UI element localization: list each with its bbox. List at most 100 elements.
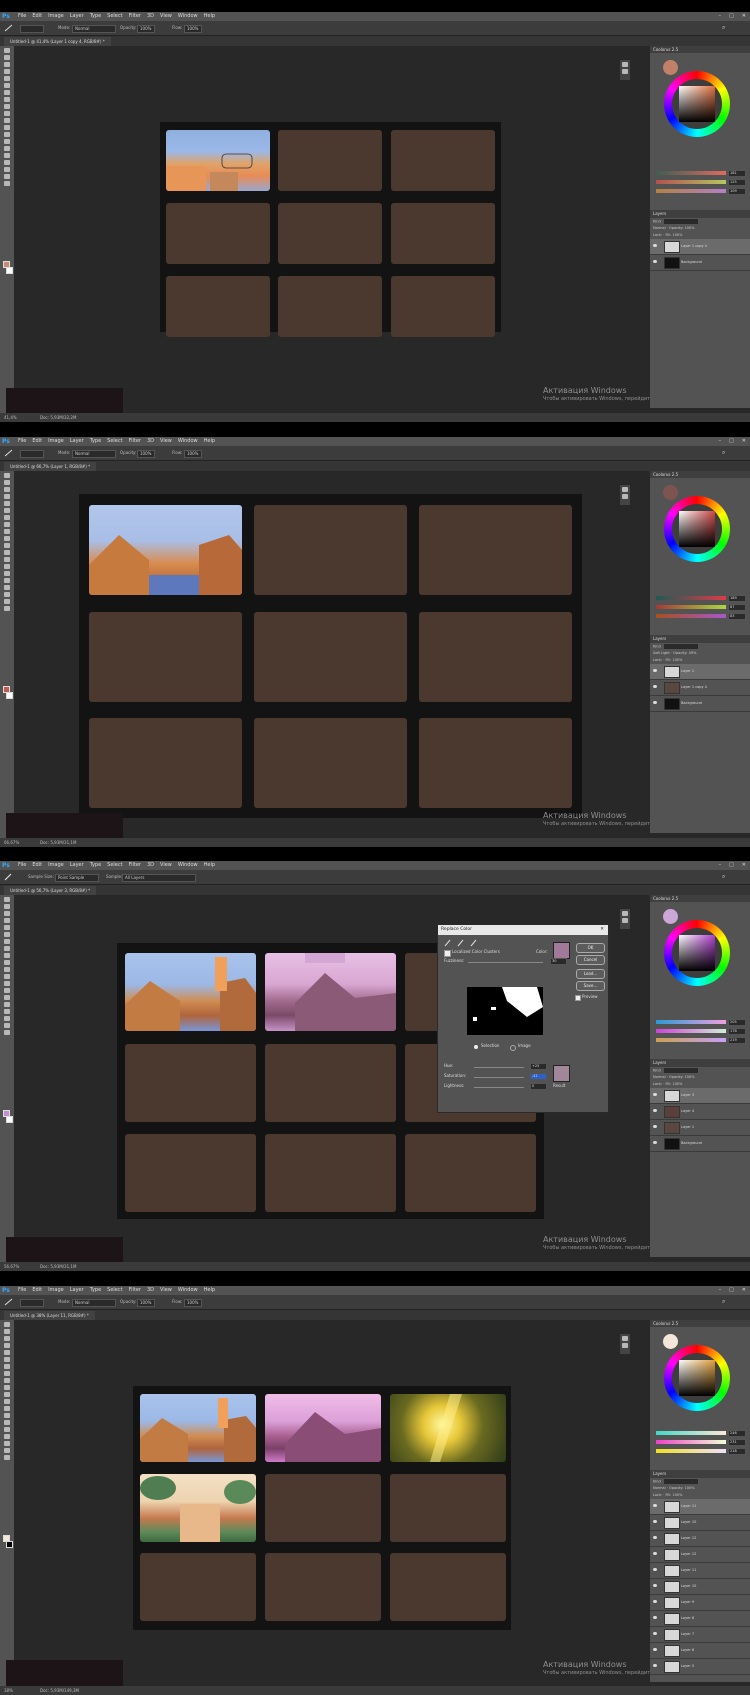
current-color-swatch[interactable] <box>663 1334 678 1349</box>
preview-checkbox[interactable] <box>575 995 581 1001</box>
zoom-level[interactable]: 66,67% <box>4 838 19 847</box>
properties-icon[interactable] <box>622 918 628 923</box>
layer-row[interactable]: Layer 6 <box>650 1643 750 1659</box>
green-slider[interactable] <box>656 605 726 609</box>
menu-type[interactable]: Type <box>90 13 101 19</box>
menu-select[interactable]: Select <box>107 438 122 444</box>
layer-fill[interactable]: 100% <box>672 1493 682 1497</box>
layer-filter[interactable]: Kind <box>650 643 750 650</box>
history-brush-icon[interactable] <box>4 960 10 965</box>
menu-image[interactable]: Image <box>48 1287 64 1293</box>
visibility-icon[interactable] <box>653 701 657 704</box>
layer-fill[interactable]: 100% <box>672 233 682 237</box>
visibility-icon[interactable] <box>653 1616 657 1619</box>
brush-tool-icon[interactable] <box>4 97 10 102</box>
image-radio[interactable] <box>510 1045 516 1051</box>
zoom-tool-icon[interactable] <box>4 606 10 611</box>
frame-cell[interactable] <box>278 276 382 337</box>
frame-cell[interactable] <box>254 718 407 808</box>
brush-tool-icon[interactable] <box>4 946 10 951</box>
pen-tool-icon[interactable] <box>4 995 10 1000</box>
dodge-tool-icon[interactable] <box>4 139 10 144</box>
visibility-icon[interactable] <box>653 1664 657 1667</box>
menu-image[interactable]: Image <box>48 438 64 444</box>
frame-cell[interactable] <box>254 505 407 595</box>
layer-opacity[interactable]: 49% <box>689 651 697 655</box>
green-value[interactable]: 87 <box>728 604 746 611</box>
visibility-icon[interactable] <box>653 1536 657 1539</box>
color-wheel[interactable] <box>664 496 730 562</box>
visibility-icon[interactable] <box>653 1584 657 1587</box>
menu-3d[interactable]: 3D <box>147 13 154 19</box>
eyedropper-icons[interactable] <box>444 939 484 947</box>
maximize-icon[interactable]: □ <box>729 862 734 868</box>
blend-mode[interactable]: Normal · Opacity: 100% <box>650 225 750 232</box>
crop-tool-icon[interactable] <box>4 1350 10 1355</box>
menu-edit[interactable]: Edit <box>32 438 42 444</box>
brush-preset[interactable] <box>20 1299 44 1307</box>
brush-tool-icon[interactable] <box>4 1371 10 1376</box>
load-button[interactable]: Load... <box>576 969 605 979</box>
move-tool-icon[interactable] <box>4 897 10 902</box>
frame-cell[interactable] <box>265 1044 396 1122</box>
fuzziness-slider[interactable] <box>468 962 543 963</box>
frame-cell[interactable] <box>125 1044 256 1122</box>
blue-slider[interactable] <box>656 1038 726 1042</box>
menu-layer[interactable]: Layer <box>70 862 84 868</box>
gradient-tool-icon[interactable] <box>4 974 10 979</box>
frame-cell[interactable] <box>391 276 495 337</box>
hue-slider[interactable] <box>474 1067 524 1068</box>
healing-brush-icon[interactable] <box>4 90 10 95</box>
blend-mode-value[interactable]: Soft Light <box>653 651 670 655</box>
hand-tool-icon[interactable] <box>4 1448 10 1453</box>
saturation-slider[interactable] <box>474 1077 524 1078</box>
save-button[interactable]: Save... <box>576 981 605 991</box>
minimize-icon[interactable]: – <box>719 13 722 19</box>
lasso-tool-icon[interactable] <box>4 487 10 492</box>
visibility-icon[interactable] <box>653 1552 657 1555</box>
maximize-icon[interactable]: □ <box>729 438 734 444</box>
layer-row[interactable]: Layer 5 <box>650 1659 750 1675</box>
move-tool-icon[interactable] <box>4 473 10 478</box>
blue-value[interactable]: 218 <box>728 1448 746 1455</box>
frame-cell[interactable] <box>278 203 382 264</box>
layer-filter[interactable]: Kind <box>650 218 750 225</box>
lightness-slider[interactable] <box>474 1087 524 1088</box>
stamp-tool-icon[interactable] <box>4 953 10 958</box>
menu-window[interactable]: Window <box>178 1287 198 1293</box>
blue-value[interactable]: 83 <box>728 613 746 620</box>
background-color[interactable] <box>6 1541 13 1548</box>
path-select-icon[interactable] <box>4 1009 10 1014</box>
opacity-field[interactable]: 100% <box>137 25 155 33</box>
layer-row[interactable]: Layer 1 copy 4 <box>650 680 750 696</box>
pen-tool-icon[interactable] <box>4 146 10 151</box>
blend-mode[interactable]: Normal · Opacity: 100% <box>650 1074 750 1081</box>
type-tool-icon[interactable] <box>4 1427 10 1432</box>
visibility-icon[interactable] <box>653 260 657 263</box>
opacity-field[interactable]: 100% <box>137 450 155 458</box>
marquee-tool-icon[interactable] <box>4 480 10 485</box>
history-brush-icon[interactable] <box>4 536 10 541</box>
move-tool-icon[interactable] <box>4 1322 10 1327</box>
menu-window[interactable]: Window <box>178 862 198 868</box>
blue-slider[interactable] <box>656 189 726 193</box>
lasso-tool-icon[interactable] <box>4 62 10 67</box>
path-select-icon[interactable] <box>4 160 10 165</box>
menu-help[interactable]: Help <box>204 13 215 19</box>
blend-mode-value[interactable]: Normal <box>653 1486 666 1490</box>
lasso-tool-icon[interactable] <box>4 911 10 916</box>
visibility-icon[interactable] <box>653 1632 657 1635</box>
menu-help[interactable]: Help <box>204 438 215 444</box>
layer-row[interactable]: Layer 12 <box>650 1547 750 1563</box>
eraser-tool-icon[interactable] <box>4 118 10 123</box>
crop-tool-icon[interactable] <box>4 501 10 506</box>
layer-opacity[interactable]: 100% <box>685 1075 695 1079</box>
close-icon[interactable]: ✕ <box>742 438 746 444</box>
blur-tool-icon[interactable] <box>4 557 10 562</box>
color-wheel[interactable] <box>664 71 730 137</box>
shape-tool-icon[interactable] <box>4 592 10 597</box>
menu-help[interactable]: Help <box>204 862 215 868</box>
document-tab[interactable]: Untitled-1 @ 41,4% (Layer 1 copy 4, RGB/… <box>4 37 111 46</box>
blue-slider[interactable] <box>656 1449 726 1453</box>
path-select-icon[interactable] <box>4 1434 10 1439</box>
